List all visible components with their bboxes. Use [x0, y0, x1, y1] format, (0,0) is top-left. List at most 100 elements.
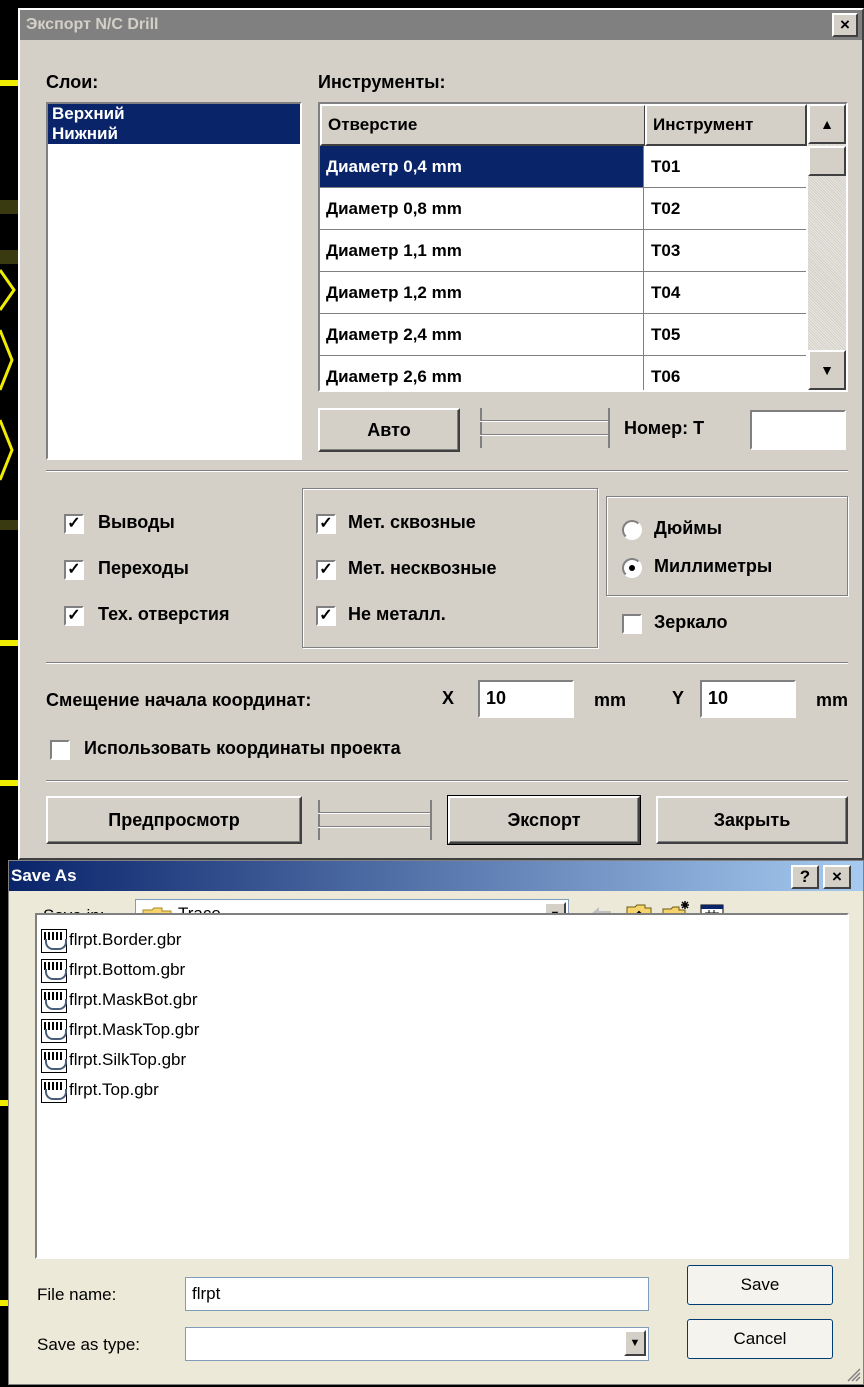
- non-plated-checkbox[interactable]: ✓: [316, 606, 336, 626]
- hole-cell: Диаметр 1,1 mm: [320, 230, 644, 271]
- file-list[interactable]: flrpt.Border.gbr flrpt.Bottom.gbr flrpt.…: [35, 913, 849, 1259]
- scroll-up-icon[interactable]: ▲: [808, 104, 846, 144]
- vias-label: Переходы: [98, 558, 189, 578]
- layers-label: Слои:: [46, 72, 99, 92]
- tool-cell: T01: [651, 157, 681, 176]
- layer-item-top[interactable]: Верхний: [48, 104, 300, 124]
- table-row[interactable]: Диаметр 1,1 mm T03: [320, 230, 806, 272]
- table-row[interactable]: Диаметр 0,4 mm T01: [320, 146, 806, 188]
- hole-cell: Диаметр 0,8 mm: [320, 188, 644, 229]
- tools-scrollbar[interactable]: ▲ ▼: [808, 104, 846, 390]
- tools-table[interactable]: Отверстие Инструмент Диаметр 0,4 mm T01 …: [318, 102, 848, 392]
- save-type-label: Save as type:: [37, 1335, 141, 1354]
- tech-holes-label: Тех. отверстия: [98, 604, 230, 624]
- layer-item-bottom[interactable]: Нижний: [48, 124, 300, 144]
- use-project-coords-label: Использовать координаты проекта: [84, 738, 401, 758]
- pads-checkbox[interactable]: ✓: [64, 514, 84, 534]
- x-unit-label: mm: [594, 690, 627, 710]
- save-type-dropdown[interactable]: ▼: [185, 1327, 649, 1361]
- list-item[interactable]: flrpt.MaskTop.gbr: [41, 1015, 199, 1045]
- close-icon[interactable]: ×: [832, 13, 858, 37]
- x-offset-input[interactable]: 10: [478, 680, 574, 718]
- hole-cell: Диаметр 0,4 mm: [320, 146, 644, 187]
- tool-cell: T03: [651, 241, 681, 260]
- cancel-button[interactable]: Cancel: [687, 1319, 833, 1359]
- file-name: flrpt.Top.gbr: [69, 1080, 159, 1099]
- non-plated-label: Не металл.: [348, 604, 446, 624]
- hole-cell: Диаметр 2,6 mm: [320, 356, 644, 390]
- list-item[interactable]: flrpt.Bottom.gbr: [41, 955, 185, 985]
- save-button[interactable]: Save: [687, 1265, 833, 1305]
- mirror-checkbox[interactable]: [622, 614, 642, 634]
- y-unit-label: mm: [816, 690, 849, 710]
- file-name: flrpt.MaskTop.gbr: [69, 1020, 200, 1039]
- separator: [46, 780, 848, 782]
- layers-list[interactable]: Верхний Нижний: [46, 102, 302, 460]
- table-row[interactable]: Диаметр 0,8 mm T02: [320, 188, 806, 230]
- gerber-file-icon: [41, 1078, 67, 1103]
- file-name-input[interactable]: flrpt: [185, 1277, 649, 1311]
- export-dialog-title: Экспорт N/C Drill: [26, 16, 159, 33]
- file-name: flrpt.Bottom.gbr: [69, 960, 186, 979]
- resize-grip-icon[interactable]: [845, 1366, 861, 1382]
- file-name: flrpt.MaskBot.gbr: [69, 990, 198, 1009]
- use-project-coords-checkbox[interactable]: [50, 740, 70, 760]
- table-row[interactable]: Диаметр 2,4 mm T05: [320, 314, 806, 356]
- export-button[interactable]: Экспорт: [447, 795, 641, 845]
- table-row[interactable]: Диаметр 2,6 mm T06: [320, 356, 806, 390]
- millimeters-label: Миллиметры: [654, 556, 773, 576]
- save-as-title: Save As: [11, 866, 77, 885]
- gerber-file-icon: [41, 1018, 67, 1043]
- tech-holes-checkbox[interactable]: ✓: [64, 606, 84, 626]
- tools-label: Инструменты:: [318, 72, 446, 92]
- table-row[interactable]: Диаметр 1,2 mm T04: [320, 272, 806, 314]
- column-header-tool[interactable]: Инструмент: [645, 104, 807, 146]
- plated-blind-checkbox[interactable]: ✓: [316, 560, 336, 580]
- list-item[interactable]: flrpt.Top.gbr: [41, 1075, 159, 1105]
- mirror-label: Зеркало: [654, 612, 728, 632]
- list-item[interactable]: flrpt.Border.gbr: [41, 925, 181, 955]
- tool-cell: T02: [651, 199, 681, 218]
- save-as-dialog: Save As ? × Save in: Trace ▼ flrpt.Borde…: [8, 860, 864, 1385]
- units-group: [606, 496, 848, 596]
- chevron-down-icon[interactable]: ▼: [624, 1330, 646, 1356]
- column-header-hole[interactable]: Отверстие: [320, 104, 646, 146]
- help-icon[interactable]: ?: [791, 865, 819, 889]
- file-name-label: File name:: [37, 1285, 117, 1304]
- scroll-thumb[interactable]: [808, 146, 846, 176]
- list-item[interactable]: flrpt.MaskBot.gbr: [41, 985, 198, 1015]
- gerber-file-icon: [41, 958, 67, 983]
- list-item[interactable]: flrpt.SilkTop.gbr: [41, 1045, 186, 1075]
- y-offset-input[interactable]: 10: [700, 680, 796, 718]
- gerber-file-icon: [41, 988, 67, 1013]
- scroll-down-icon[interactable]: ▼: [808, 350, 846, 390]
- x-label: X: [442, 688, 455, 708]
- close-button[interactable]: Закрыть: [656, 796, 848, 844]
- export-drill-dialog: Экспорт N/C Drill × Слои: Инструменты: В…: [18, 8, 864, 860]
- auto-button[interactable]: Авто: [318, 408, 460, 452]
- save-as-titlebar[interactable]: Save As: [9, 861, 863, 891]
- separator: [46, 662, 848, 664]
- gerber-file-icon: [41, 1048, 67, 1073]
- export-dialog-titlebar[interactable]: Экспорт N/C Drill: [20, 10, 862, 40]
- tool-cell: T04: [651, 283, 681, 302]
- tool-number-label: Номер: T: [624, 418, 705, 438]
- tool-cell: T05: [651, 325, 681, 344]
- plated-blind-label: Мет. несквозные: [348, 558, 497, 578]
- y-label: Y: [672, 688, 685, 708]
- file-name: flrpt.Border.gbr: [69, 930, 182, 949]
- inches-radio[interactable]: [622, 520, 642, 540]
- tool-number-input[interactable]: [750, 410, 846, 450]
- separator: [46, 470, 848, 472]
- file-name: flrpt.SilkTop.gbr: [69, 1050, 187, 1069]
- gerber-file-icon: [41, 928, 67, 953]
- plated-through-checkbox[interactable]: ✓: [316, 514, 336, 534]
- offset-label: Смещение начала координат:: [46, 690, 312, 710]
- splitter-divider: [480, 408, 610, 448]
- hole-cell: Диаметр 1,2 mm: [320, 272, 644, 313]
- inches-label: Дюймы: [654, 518, 722, 538]
- millimeters-radio[interactable]: [622, 558, 642, 578]
- vias-checkbox[interactable]: ✓: [64, 560, 84, 580]
- preview-button[interactable]: Предпросмотр: [46, 796, 302, 844]
- close-icon[interactable]: ×: [823, 865, 851, 889]
